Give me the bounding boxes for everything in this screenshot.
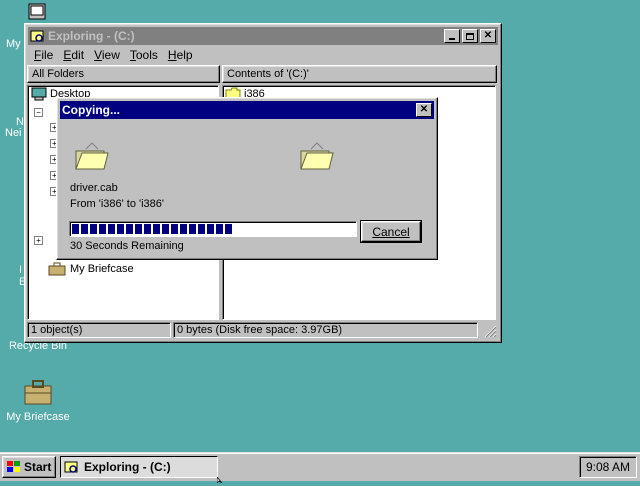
explorer-titlebar[interactable]: Exploring - (C:) ✕	[28, 27, 498, 45]
progress-segment	[72, 224, 79, 234]
progress-segment	[144, 224, 151, 234]
menu-view[interactable]: View	[94, 48, 120, 62]
desktop-icon-my-briefcase[interactable]: My Briefcase	[2, 378, 74, 423]
tree-label-my-briefcase: My Briefcase	[70, 263, 134, 275]
desktop-partial-label-1: My	[6, 38, 21, 50]
progress-segment	[207, 224, 214, 234]
dialog-close-button[interactable]: ✕	[416, 103, 432, 117]
close-icon: ✕	[419, 104, 429, 115]
desktop-partial-label-4: I	[19, 264, 23, 276]
maximize-icon	[466, 32, 474, 40]
window-icon	[28, 3, 46, 20]
explorer-title: Exploring - (C:)	[48, 29, 135, 43]
minimize-button[interactable]	[444, 29, 460, 43]
copy-dialog-title: Copying...	[62, 103, 120, 117]
copy-progress-fill	[72, 224, 232, 234]
resize-grip-icon[interactable]	[483, 324, 497, 338]
menu-edit[interactable]: Edit	[63, 48, 84, 62]
close-button[interactable]: ✕	[480, 29, 496, 43]
progress-segment	[126, 224, 133, 234]
taskbar-item-explorer[interactable]: Exploring - (C:)	[60, 456, 218, 478]
cancel-label: Cancel	[372, 224, 410, 239]
minimize-icon	[449, 38, 455, 40]
progress-segment	[90, 224, 97, 234]
mouse-cursor-icon	[216, 474, 225, 486]
copy-from-to: From 'i386' to 'i386'	[70, 198, 164, 210]
expand-toggle[interactable]: +	[34, 236, 43, 245]
start-button[interactable]: Start	[2, 456, 56, 478]
taskbar-item-label: Exploring - (C:)	[84, 460, 171, 474]
tree-item-my-briefcase[interactable]: My Briefcase	[48, 262, 134, 276]
briefcase-icon	[48, 262, 66, 276]
progress-segment	[189, 224, 196, 234]
progress-segment	[225, 224, 232, 234]
start-label: Start	[24, 460, 52, 474]
progress-segment	[135, 224, 142, 234]
maximize-button[interactable]	[462, 29, 478, 43]
progress-segment	[162, 224, 169, 234]
explorer-icon	[30, 30, 44, 42]
status-disk-space: 0 bytes (Disk free space: 3.97GB)	[173, 322, 478, 338]
desktop-partial-label-3: Nei	[5, 127, 22, 139]
windows-logo-icon	[7, 461, 20, 472]
progress-segment	[117, 224, 124, 234]
explorer-icon	[64, 461, 78, 473]
progress-segment	[108, 224, 115, 234]
menu-tools[interactable]: Tools	[130, 48, 158, 62]
desktop-icon	[31, 87, 47, 101]
desktop-top-icon[interactable]	[28, 3, 46, 21]
taskbar: Start Exploring - (C:) 9:08 AM	[0, 452, 640, 481]
time-remaining: 30 Seconds Remaining	[70, 240, 184, 252]
progress-segment	[198, 224, 205, 234]
all-folders-header: All Folders	[27, 65, 220, 83]
status-object-count: 1 object(s)	[27, 322, 171, 338]
progress-segment	[171, 224, 178, 234]
source-folder-icon	[74, 141, 110, 174]
contents-header: Contents of '(C:)'	[222, 65, 497, 83]
menu-help[interactable]: Help	[168, 48, 193, 62]
progress-segment	[99, 224, 106, 234]
copy-file-name: driver.cab	[70, 182, 118, 194]
my-briefcase-label: My Briefcase	[6, 411, 70, 423]
taskbar-clock: 9:08 AM	[579, 456, 637, 478]
briefcase-icon	[24, 380, 52, 405]
progress-segment	[153, 224, 160, 234]
menubar: File Edit View Tools Help	[29, 46, 198, 64]
copy-progress-bar	[69, 221, 357, 237]
progress-segment	[81, 224, 88, 234]
destination-folder-icon	[299, 141, 335, 174]
menu-file[interactable]: File	[34, 48, 53, 62]
progress-segment	[216, 224, 223, 234]
progress-segment	[180, 224, 187, 234]
cancel-button[interactable]: Cancel	[360, 220, 422, 243]
expand-toggle[interactable]: −	[34, 108, 43, 117]
copy-dialog-titlebar[interactable]: Copying... ✕	[60, 101, 434, 119]
close-icon: ✕	[483, 30, 493, 41]
